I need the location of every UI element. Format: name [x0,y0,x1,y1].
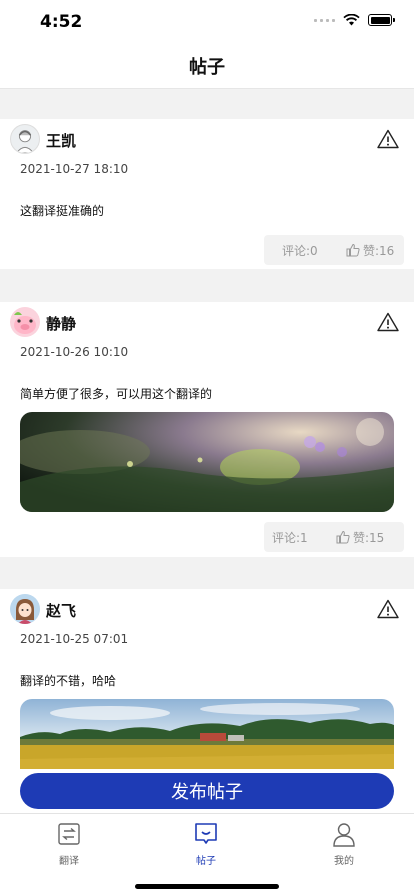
post-username[interactable]: 赵飞 [46,600,76,621]
thumbs-up-icon [346,243,360,257]
thumbs-up-icon [336,530,350,544]
battery-icon [368,14,395,26]
comment-count[interactable]: 评论:0 [282,242,318,259]
like-count: 赞:16 [363,243,395,258]
publish-bar: 发布帖子 [0,769,414,813]
tab-label: 我的 [334,856,354,867]
post-date: 2021-10-27 18:10 [20,162,129,176]
status-time: 4:52 [40,12,83,32]
post-stats: 评论:1 赞:15 [264,522,404,552]
home-indicator [135,884,279,889]
post-card[interactable]: 静静 2021-10-26 10:10 简单方便了很多，可以用这个翻译的 评论:… [0,302,414,557]
tab-bar: 翻译 帖子 我的 [0,813,414,896]
tab-label: 翻译 [59,856,79,867]
post-stats: 评论:0 赞:16 [264,235,404,265]
like-button[interactable]: 赞:15 [336,529,384,546]
like-button[interactable]: 赞:16 [346,242,394,259]
post-username[interactable]: 静静 [46,313,76,334]
like-count: 赞:15 [353,530,385,545]
comment-count[interactable]: 评论:1 [272,529,308,546]
post-card[interactable]: 赵飞 2021-10-25 07:01 翻译的不错，哈哈 [0,589,414,769]
tab-posts[interactable]: 帖子 [166,821,246,867]
wifi-icon [343,14,360,26]
chat-bubble-icon [195,823,217,844]
signal-icon [314,18,335,22]
tab-mine[interactable]: 我的 [304,821,384,867]
avatar-sketch-icon[interactable] [10,124,40,154]
post-content: 简单方便了很多，可以用这个翻译的 [20,387,213,401]
status-bar: 4:52 [0,0,414,44]
warning-icon[interactable] [377,129,399,149]
post-card[interactable]: 王凯 2021-10-27 18:10 这翻译挺准确的 评论:0 赞:16 [0,119,414,269]
avatar-cartoon-girl-icon[interactable] [10,594,40,624]
warning-icon[interactable] [377,599,399,619]
post-content: 翻译的不错，哈哈 [20,674,117,688]
tab-translate[interactable]: 翻译 [29,821,109,867]
avatar-cartoon-pig-icon[interactable] [10,307,40,337]
post-image[interactable] [20,412,394,512]
publish-post-button[interactable]: 发布帖子 [20,773,394,809]
person-icon [333,823,355,847]
post-feed[interactable]: 王凯 2021-10-27 18:10 这翻译挺准确的 评论:0 赞:16 静静… [0,89,414,769]
warning-icon[interactable] [377,312,399,332]
post-date: 2021-10-25 07:01 [20,632,129,646]
translate-icon [58,823,80,845]
nav-bar: 帖子 [0,44,414,89]
tab-label: 帖子 [196,856,216,867]
post-image[interactable] [20,699,394,769]
page-title: 帖子 [189,57,225,78]
post-content: 这翻译挺准确的 [20,204,105,218]
status-indicators [314,14,395,26]
post-date: 2021-10-26 10:10 [20,345,129,359]
post-username[interactable]: 王凯 [46,130,76,151]
